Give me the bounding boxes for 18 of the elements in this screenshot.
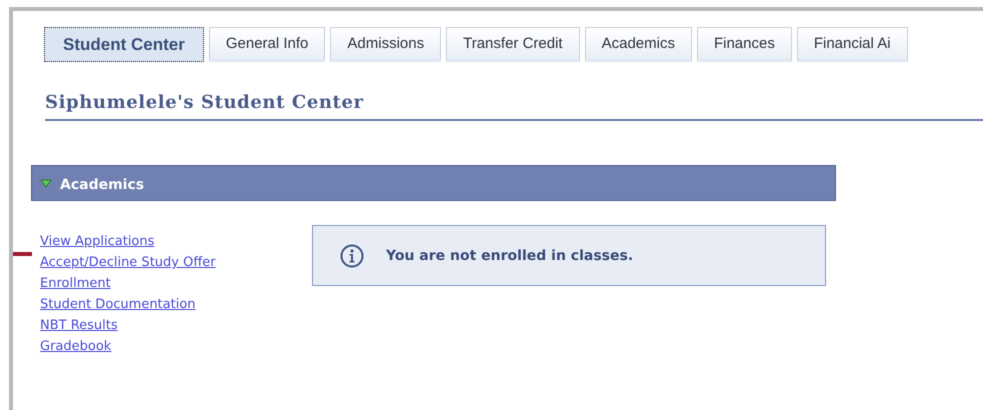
nav-tab[interactable]: Student Center	[44, 27, 204, 62]
nav-tab[interactable]: Academics	[584, 27, 692, 62]
nav-tab[interactable]: General Info	[208, 27, 326, 62]
nav-tab[interactable]: Transfer Credit	[446, 27, 580, 62]
nav-link[interactable]: Gradebook	[40, 336, 112, 357]
nav-link[interactable]: View Applications	[40, 231, 154, 252]
nav-tab[interactable]: Admissions	[330, 27, 442, 62]
nav-tab[interactable]: Finances	[696, 27, 792, 62]
nav-link[interactable]: Enrollment	[40, 273, 111, 294]
section-title: Academics	[60, 176, 144, 192]
nav-link[interactable]: NBT Results	[40, 315, 118, 336]
nav-link[interactable]: Accept/Decline Study Offer	[40, 252, 216, 273]
message-text: You are not enrolled in classes.	[386, 248, 634, 264]
info-icon	[340, 244, 364, 268]
nav-link[interactable]: Student Documentation	[40, 294, 196, 315]
nav-tab[interactable]: Financial Ai	[796, 27, 908, 62]
page-title: Siphumelele's Student Center	[45, 92, 983, 121]
expand-triangle-icon[interactable]	[40, 178, 52, 188]
